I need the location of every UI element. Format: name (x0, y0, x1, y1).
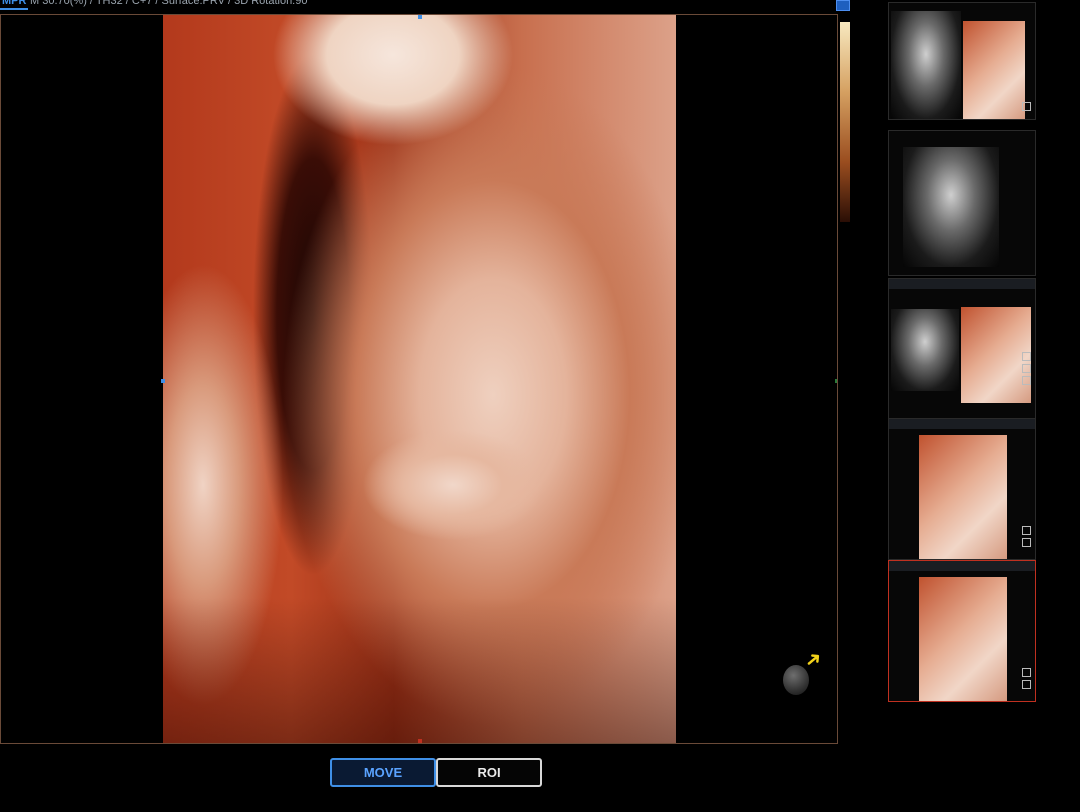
thumbnail-4[interactable] (888, 418, 1036, 560)
thumbnail-1[interactable] (888, 2, 1036, 120)
camera-icon (1022, 668, 1031, 677)
top-status-bar: MPR M 30.70(%) / TH32 / C+7 / Surface:PR… (0, 0, 850, 11)
thumbnail-strip (888, 0, 1038, 705)
3d-fetal-face-render[interactable] (163, 15, 676, 743)
bottom-marker (418, 739, 422, 743)
render-mode-buttons: MOVE ROI (330, 758, 542, 787)
thumbnail-3d-image (961, 307, 1031, 403)
thumbnail-3d-image (963, 21, 1025, 119)
thumbnail-icons (1022, 349, 1032, 385)
layout-icon[interactable] (836, 0, 850, 11)
render-shading (163, 15, 676, 743)
3d-render-viewport[interactable]: ➜ (0, 14, 838, 744)
camera-icon (1022, 364, 1031, 373)
thumbnail-header (889, 561, 1035, 571)
thumbnail-icons (1022, 665, 1032, 689)
move-button[interactable]: MOVE (330, 758, 436, 787)
thumbnail-header (889, 419, 1035, 429)
thumbnail-2[interactable] (888, 130, 1036, 276)
thumbnail-header (889, 279, 1035, 289)
thumbnail-3[interactable] (888, 278, 1036, 420)
thumbnail-5-selected[interactable] (888, 560, 1036, 702)
camera-icon (1022, 352, 1031, 361)
camera-icon (1022, 102, 1031, 111)
thumbnail-3d-image (919, 577, 1007, 701)
thumbnail-icons (1022, 99, 1032, 111)
camera-icon (1022, 680, 1031, 689)
top-marker (418, 15, 422, 19)
thumbnail-gray-image (903, 147, 999, 267)
orientation-ball-icon[interactable] (783, 665, 809, 695)
thumbnail-gray-image (891, 309, 959, 391)
left-marker (161, 379, 165, 383)
thumbnail-gray-image (891, 11, 961, 119)
right-marker (835, 379, 837, 383)
roi-button[interactable]: ROI (436, 758, 542, 787)
thumbnail-icons (1022, 523, 1032, 547)
color-map-bar (840, 22, 850, 222)
tab-mpr[interactable]: MPR (0, 0, 29, 10)
camera-icon (1022, 376, 1031, 385)
status-readout: M 30.70(%) / TH32 / C+7 / Surface:PRV / … (30, 0, 308, 7)
camera-icon (1022, 538, 1031, 547)
thumbnail-3d-image (919, 435, 1007, 559)
camera-icon (1022, 526, 1031, 535)
